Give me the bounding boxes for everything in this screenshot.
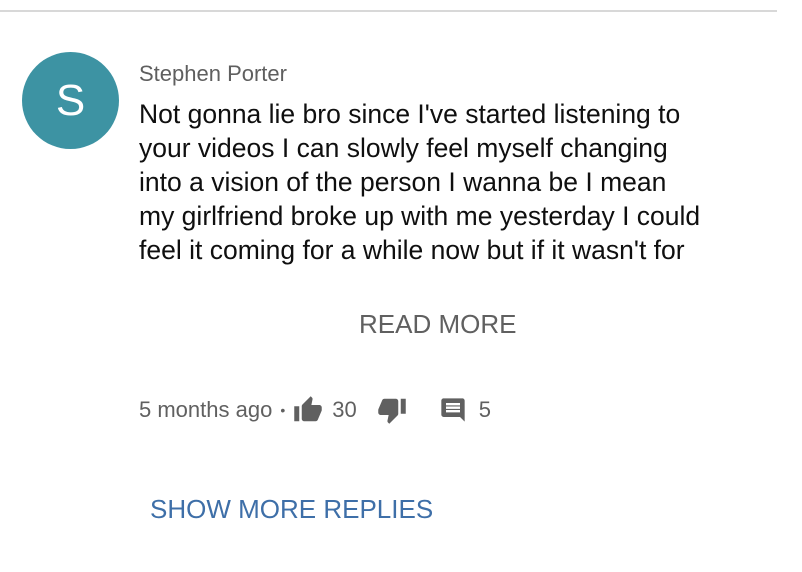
like-count: 30 xyxy=(332,397,357,422)
comment-timestamp: 5 months ago xyxy=(139,397,273,422)
show-more-replies-button[interactable]: SHOW MORE REPLIES xyxy=(150,494,433,525)
avatar[interactable]: S xyxy=(22,52,119,149)
comment-text-line: into a vision of the person I wanna be I… xyxy=(139,167,667,197)
reply-button[interactable] xyxy=(439,396,467,424)
comment-text-line: Not gonna lie bro since I've started lis… xyxy=(139,99,681,129)
read-more-button[interactable]: READ MORE xyxy=(359,309,516,340)
avatar-letter: S xyxy=(55,76,86,125)
dislike-button[interactable] xyxy=(377,395,407,425)
comment-text-line: your videos I can slowly feel myself cha… xyxy=(139,133,668,163)
comment-text: Not gonna lie bro since I've started lis… xyxy=(139,97,749,267)
comment-text-line: my girlfriend broke up with me yesterday… xyxy=(139,201,701,231)
top-divider xyxy=(0,10,777,12)
comment-actions: 5 months ago • 30 5 xyxy=(139,394,491,426)
like-button[interactable] xyxy=(293,395,323,425)
separator-dot: • xyxy=(280,402,286,418)
comment-icon xyxy=(441,398,465,422)
thumbs-up-icon xyxy=(294,396,322,422)
comment-author[interactable]: Stephen Porter xyxy=(139,61,287,87)
reply-count: 5 xyxy=(478,397,491,422)
thumbs-down-icon xyxy=(377,398,406,424)
comment-text-line: feel it coming for a while now but if it… xyxy=(139,235,685,265)
